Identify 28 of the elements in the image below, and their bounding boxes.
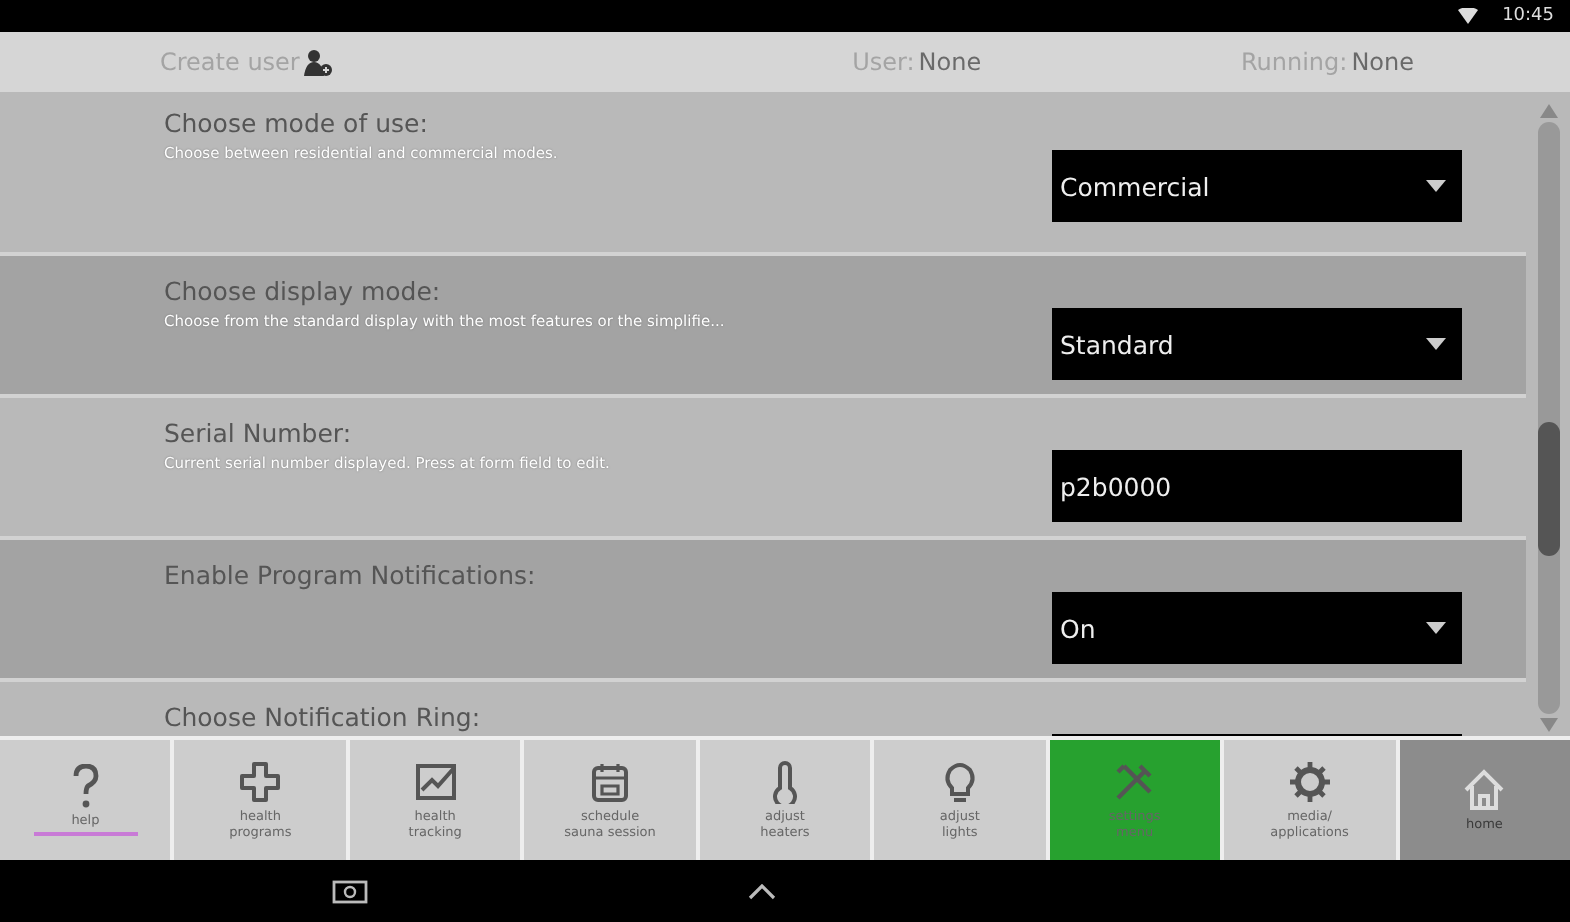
dropdown-field[interactable]: Standard <box>1052 308 1462 380</box>
dropdown-arrow-icon <box>1426 622 1446 634</box>
setting-title: Choose Notification Ring: <box>164 702 483 732</box>
add-user-icon <box>303 48 332 76</box>
scrollbar[interactable] <box>1537 122 1559 714</box>
scrollbar-thumb[interactable] <box>1537 422 1559 556</box>
calendar-icon <box>588 759 633 804</box>
setting-title: Enable Program Notifications: <box>164 560 538 590</box>
screenshot-icon[interactable] <box>332 879 368 903</box>
dropdown-field[interactable]: Commercial <box>1052 150 1462 222</box>
dropdown-field[interactable]: On <box>1052 592 1462 664</box>
underline-indicator <box>33 832 138 837</box>
caret-up-icon[interactable] <box>748 883 776 899</box>
plus-cross-icon <box>238 759 283 804</box>
setting-title: Serial Number: <box>164 418 354 448</box>
setting-title: Choose mode of use: <box>164 108 430 138</box>
user-value: None <box>918 48 982 76</box>
setting-title: Choose display mode: <box>164 276 443 306</box>
input-field[interactable]: p2b0000 <box>1052 450 1462 522</box>
tools-icon <box>1112 759 1157 804</box>
clock-time: 10:45 <box>1502 6 1554 26</box>
running-value: None <box>1351 48 1414 76</box>
dropdown-arrow-icon <box>1426 180 1446 192</box>
chart-icon <box>413 759 458 804</box>
house-icon <box>1462 767 1507 812</box>
dropdown-arrow-icon <box>1426 338 1446 350</box>
wifi-icon <box>1458 8 1479 24</box>
gear-icon <box>1287 759 1332 804</box>
